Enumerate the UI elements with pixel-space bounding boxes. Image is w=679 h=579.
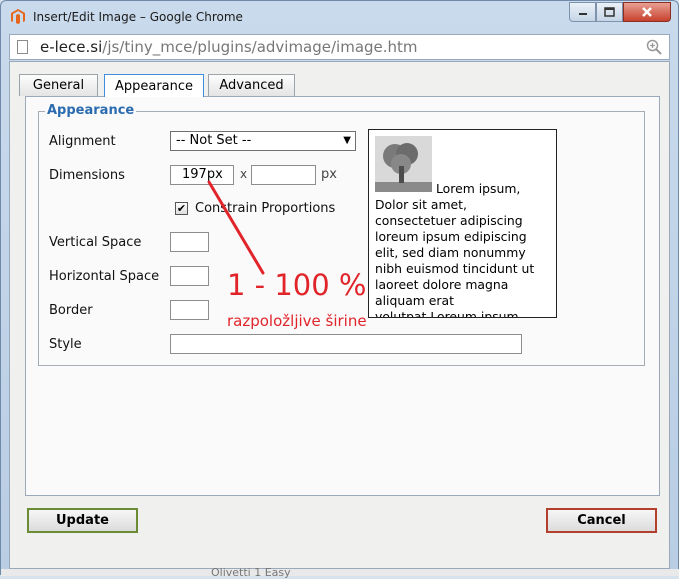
background-page-text: Olivetti 1 Easy (211, 566, 291, 579)
cancel-button[interactable]: Cancel (546, 508, 657, 533)
browser-window: Insert/Edit Image – Google Chrome e-lece… (0, 0, 679, 579)
annotation-note: razpoložljive širine (227, 312, 367, 330)
annotation-range: 1 - 100 % (227, 268, 367, 302)
tab-appearance[interactable]: Appearance (104, 74, 204, 97)
update-button[interactable]: Update (27, 508, 138, 533)
